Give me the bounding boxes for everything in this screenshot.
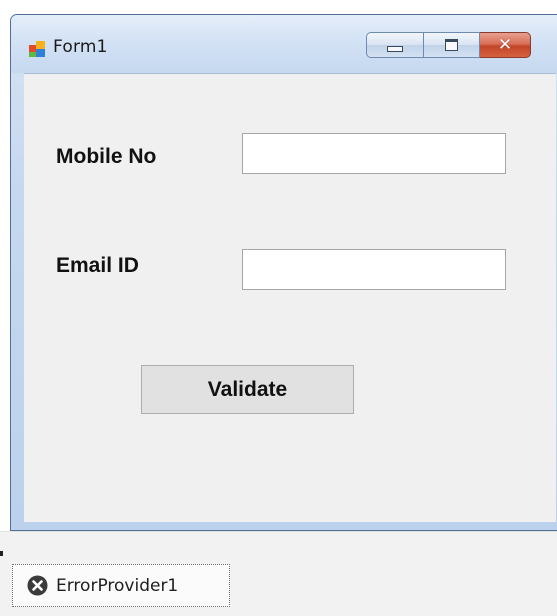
component-tray: ErrorProvider1: [0, 531, 557, 616]
close-icon: ✕: [497, 34, 513, 55]
validate-button[interactable]: Validate: [141, 365, 354, 414]
tray-marker: [0, 551, 3, 556]
minimize-icon: [387, 46, 403, 52]
email-id-label: Email ID: [56, 254, 139, 277]
window-title: Form1: [53, 37, 108, 57]
title-bar[interactable]: Form1 ✕: [11, 15, 557, 73]
error-provider-component[interactable]: ErrorProvider1: [12, 564, 230, 607]
minimize-button[interactable]: [366, 32, 424, 58]
error-provider-label: ErrorProvider1: [56, 575, 179, 596]
mobile-no-input[interactable]: [242, 133, 506, 174]
caption-buttons: ✕: [366, 32, 531, 58]
close-button[interactable]: ✕: [480, 32, 531, 58]
maximize-button[interactable]: [424, 32, 480, 58]
mobile-no-label: Mobile No: [56, 145, 157, 168]
maximize-icon: [445, 39, 458, 51]
form-window: Form1 ✕ Mobile No Email ID Validate: [10, 14, 557, 531]
winforms-app-icon: [29, 41, 45, 57]
form-client-area: Mobile No Email ID Validate: [24, 73, 556, 522]
error-circle-icon: [27, 575, 48, 596]
email-id-input[interactable]: [242, 249, 506, 290]
